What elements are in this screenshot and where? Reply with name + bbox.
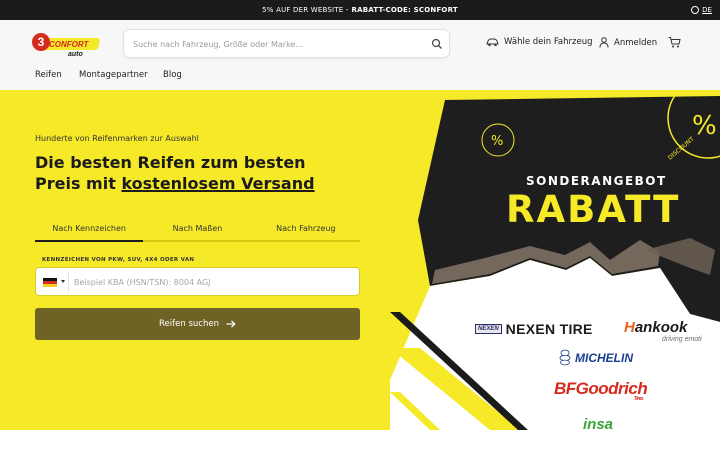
logo-digit: 3	[38, 35, 45, 49]
search-input[interactable]	[133, 38, 423, 51]
svg-text:%: %	[491, 134, 503, 149]
nav-item-montagepartner[interactable]: Montagepartner	[79, 70, 148, 80]
brand-bfgoodrich: BFGoodrich Tires	[554, 379, 648, 402]
tab-vehicle[interactable]: Nach Fahrzeug	[252, 214, 360, 240]
promo-code: RABATT-CODE: SCONFORT	[351, 6, 458, 14]
brand-michelin: MICHELIN	[557, 349, 633, 366]
hankook-text: ankook	[634, 319, 688, 336]
language-code[interactable]: DE	[702, 6, 712, 14]
tab-dimensions[interactable]: Nach Maßen	[143, 214, 251, 240]
tab-license-plate[interactable]: Nach Kennzeichen	[35, 214, 144, 242]
page-content-below	[0, 430, 720, 450]
chevron-down-icon[interactable]	[61, 280, 65, 283]
hero-section: Hunderte von Reifenmarken zur Auswahl Di…	[0, 90, 720, 430]
hero-subtitle: Hunderte von Reifenmarken zur Auswahl	[35, 134, 199, 143]
user-icon	[599, 37, 609, 48]
logo-line2: auto	[68, 51, 84, 58]
login-link[interactable]: Anmelden	[599, 37, 657, 48]
language-switcher[interactable]: DE	[691, 0, 712, 20]
michelin-text: MICHELIN	[575, 350, 633, 365]
promo-bar: 5% AUF DER WEBSITE - RABATT-CODE: SCONFO…	[0, 0, 720, 20]
german-flag-icon[interactable]	[43, 278, 57, 287]
nav-item-reifen[interactable]: Reifen	[35, 70, 62, 80]
logo-line1: CONFORT	[49, 40, 90, 49]
choose-vehicle-label: Wähle dein Fahrzeug	[504, 37, 593, 47]
login-label: Anmelden	[614, 37, 658, 48]
brand-hankook: Hankook driving emoti	[624, 319, 702, 343]
discount-headline: RABATT	[506, 188, 681, 231]
bfgoodrich-sub: Tires	[633, 396, 644, 402]
kba-field-label: KENNZEICHEN VON PKW, SUV, 4X4 ODER VAN	[42, 257, 195, 263]
choose-vehicle-link[interactable]: Wähle dein Fahrzeug	[486, 37, 593, 47]
arrow-right-icon	[226, 320, 236, 328]
nav-item-blog[interactable]: Blog	[163, 70, 182, 80]
hankook-tagline: driving emoti	[662, 336, 702, 343]
kba-field	[35, 267, 360, 296]
promo-text: 5% AUF DER WEBSITE -	[262, 6, 349, 14]
search-box[interactable]	[123, 29, 450, 58]
nexen-text: NEXEN TIRE	[505, 321, 593, 337]
search-tires-button[interactable]: Reifen suchen	[35, 308, 360, 340]
cart-icon[interactable]	[668, 37, 681, 48]
michelin-mascot-icon	[559, 349, 571, 366]
free-shipping-link[interactable]: kostenlosem Versand	[121, 174, 314, 193]
svg-text:%: %	[692, 111, 717, 141]
globe-icon	[691, 6, 700, 14]
field-divider	[68, 273, 69, 292]
logo[interactable]: 3 CONFORT auto	[32, 30, 104, 58]
search-icon[interactable]	[431, 38, 443, 50]
brand-insa: insa	[583, 416, 614, 430]
search-tabs: Nach Kennzeichen Nach Maßen Nach Fahrzeu…	[35, 214, 360, 242]
site-header: 3 CONFORT auto Wähle dein Fahrzeug Anmel…	[0, 20, 720, 90]
hankook-initial: H	[624, 319, 635, 336]
brand-nexen: NEXEN NEXEN TIRE	[475, 321, 593, 337]
hero-title: Die besten Reifen zum besten Preis mit k…	[35, 152, 355, 194]
kba-input[interactable]	[74, 276, 344, 289]
nexen-badge: NEXEN	[475, 324, 502, 334]
search-tires-label: Reifen suchen	[159, 319, 219, 329]
promo-banner[interactable]: % % DISCOUNT SONDERANGEBOT RABATT NEXEN …	[390, 90, 720, 430]
special-offer-label: SONDERANGEBOT	[526, 174, 667, 188]
car-icon	[486, 38, 499, 46]
